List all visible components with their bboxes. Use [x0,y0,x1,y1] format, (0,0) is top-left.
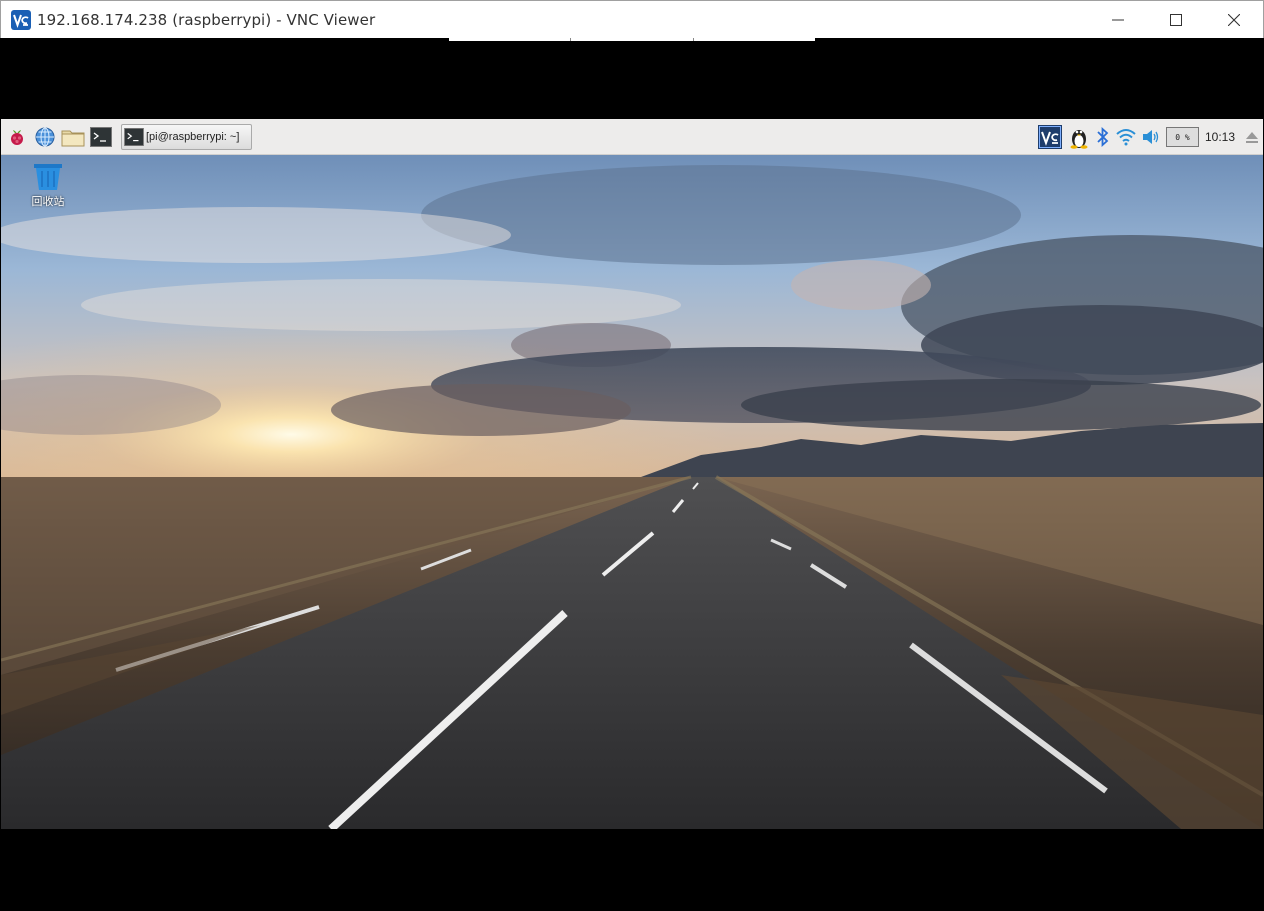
window-title: 192.168.174.238 (raspberrypi) - VNC View… [37,10,376,29]
window-titlebar[interactable]: 192.168.174.238 (raspberrypi) - VNC View… [0,0,1264,38]
vnc-viewer-icon [11,9,31,30]
linux-tux-icon[interactable] [1068,125,1090,149]
bluetooth-icon[interactable] [1096,127,1110,147]
volume-icon[interactable] [1142,129,1160,145]
desktop-icon-trash[interactable]: 回收站 [23,163,73,209]
desktop-wallpaper [1,155,1263,829]
file-manager-icon[interactable] [61,125,85,149]
trash-icon [34,164,62,190]
close-button[interactable] [1205,1,1263,39]
eject-icon[interactable] [1245,130,1259,144]
vnc-server-icon[interactable] [1037,125,1062,149]
pi-taskbar: [pi@raspberrypi: ~] 0 % 10:13 [1,119,1263,155]
terminal-icon[interactable] [89,125,113,149]
minimize-button[interactable] [1089,1,1147,39]
window-controls [1089,1,1263,39]
maximize-icon [1170,14,1182,26]
cpu-usage-monitor[interactable]: 0 % [1165,127,1199,147]
raspberry-menu-icon[interactable] [5,125,29,149]
vnc-toolbar-handle[interactable] [449,38,815,41]
clock[interactable]: 10:13 [1205,130,1235,144]
task-label: [pi@raspberrypi: ~] [146,130,240,143]
desktop-icon-label: 回收站 [31,195,65,208]
vnc-remote-display[interactable]: [pi@raspberrypi: ~] 0 % 10:13 回收站 [1,38,1263,910]
close-icon [1228,14,1240,26]
taskbar-task-terminal[interactable]: [pi@raspberrypi: ~] [121,123,252,150]
desktop[interactable]: 回收站 [1,155,1263,829]
maximize-button[interactable] [1147,1,1205,39]
minimize-icon [1112,19,1124,21]
system-tray: 0 % 10:13 [1037,119,1263,155]
terminal-icon [124,127,144,146]
web-browser-icon[interactable] [33,125,57,149]
wifi-icon[interactable] [1116,128,1136,146]
raspberry-pi-screen: [pi@raspberrypi: ~] 0 % 10:13 回收站 [1,119,1263,829]
